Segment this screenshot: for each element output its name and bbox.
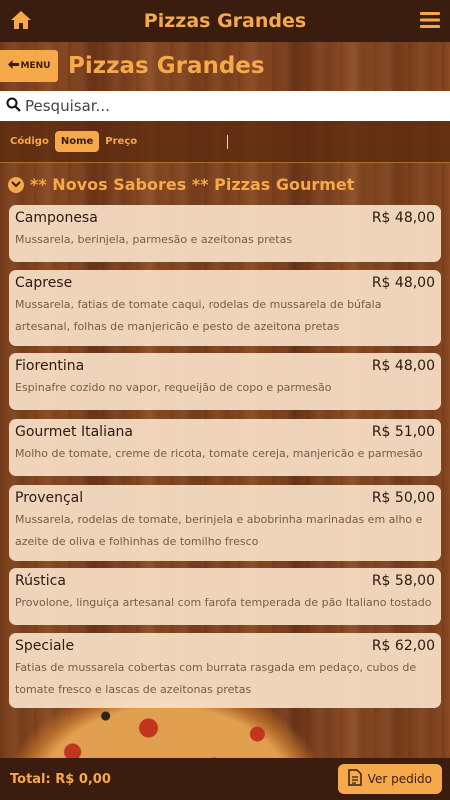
item-description: Mussarela, rodelas de tomate, berinjela … [15, 513, 423, 548]
item-name: Caprese [15, 275, 73, 291]
view-order-button[interactable]: Ver pedido [337, 764, 442, 794]
category-title: ** Novos Sabores ** Pizzas Gourmet [30, 175, 355, 194]
item-description: Molho de tomate, creme de ricota, tomate… [15, 447, 423, 460]
item-price: R$ 58,00 [371, 573, 435, 589]
item-description: Mussarela, berinjela, parmesão e azeiton… [15, 233, 293, 246]
item-price: R$ 48,00 [371, 210, 435, 226]
menu-item-fiorentina[interactable]: Fiorentina R$ 48,00 Espinafre cozido no … [9, 353, 441, 410]
chevron-down-icon [8, 176, 24, 193]
search-input[interactable] [25, 97, 425, 115]
hamburger-icon[interactable] [420, 11, 440, 29]
menu-item-caprese[interactable]: Caprese R$ 48,00 Mussarela, fatias de to… [9, 270, 441, 346]
item-name: Fiorentina [15, 358, 85, 374]
menu-item-camponesa[interactable]: Camponesa R$ 48,00 Mussarela, berinjela,… [9, 205, 441, 262]
order-total: Total: R$ 0,00 [10, 771, 111, 787]
item-description: Fatias de mussarela cobertas com burrata… [15, 661, 417, 696]
sort-divider [227, 134, 229, 149]
page-title: Pizzas Grandes [68, 53, 265, 79]
item-price: R$ 48,00 [371, 275, 435, 291]
sort-bar: Código Nome Preço [0, 121, 450, 163]
page-header: MENU Pizzas Grandes [0, 42, 450, 90]
menu-back-button[interactable]: MENU [0, 50, 58, 82]
view-order-label: Ver pedido [367, 772, 432, 786]
item-name: Gourmet Italiana [15, 424, 133, 440]
top-app-bar: Pizzas Grandes [0, 0, 450, 42]
home-icon[interactable] [10, 9, 32, 31]
menu-item-rustica[interactable]: Rústica R$ 58,00 Provolone, linguiça art… [9, 568, 441, 625]
item-price: R$ 48,00 [371, 358, 435, 374]
item-name: Rústica [15, 573, 66, 589]
sort-option-nome[interactable]: Nome [54, 131, 100, 152]
item-description: Provolone, linguiça artesanal com farofa… [15, 596, 432, 609]
search-icon [6, 97, 21, 116]
search-bar [0, 91, 450, 121]
category-header[interactable]: ** Novos Sabores ** Pizzas Gourmet [8, 175, 354, 194]
item-name: Provençal [15, 490, 84, 506]
item-price: R$ 50,00 [371, 490, 435, 506]
sort-option-preco[interactable]: Preço [103, 132, 139, 151]
item-price: R$ 62,00 [371, 638, 435, 654]
item-name: Camponesa [15, 210, 98, 226]
item-name: Speciale [15, 638, 75, 654]
menu-item-speciale[interactable]: Speciale R$ 62,00 Fatias de mussarela co… [9, 633, 441, 708]
sort-option-codigo[interactable]: Código [8, 132, 51, 151]
item-description: Espinafre cozido no vapor, requeijão de … [15, 381, 332, 394]
menu-item-provencal[interactable]: Provençal R$ 50,00 Mussarela, rodelas de… [9, 485, 441, 561]
item-price: R$ 51,00 [371, 424, 435, 440]
document-icon [347, 769, 362, 789]
app-title: Pizzas Grandes [143, 10, 307, 32]
bottom-bar: Total: R$ 0,00 Ver pedido [0, 758, 450, 800]
menu-item-gourmet-italiana[interactable]: Gourmet Italiana R$ 51,00 Molho de tomat… [9, 419, 441, 476]
menu-button-label: MENU [20, 61, 51, 71]
item-description: Mussarela, fatias de tomate caqui, rodel… [15, 298, 382, 333]
arrow-left-icon [7, 60, 19, 72]
